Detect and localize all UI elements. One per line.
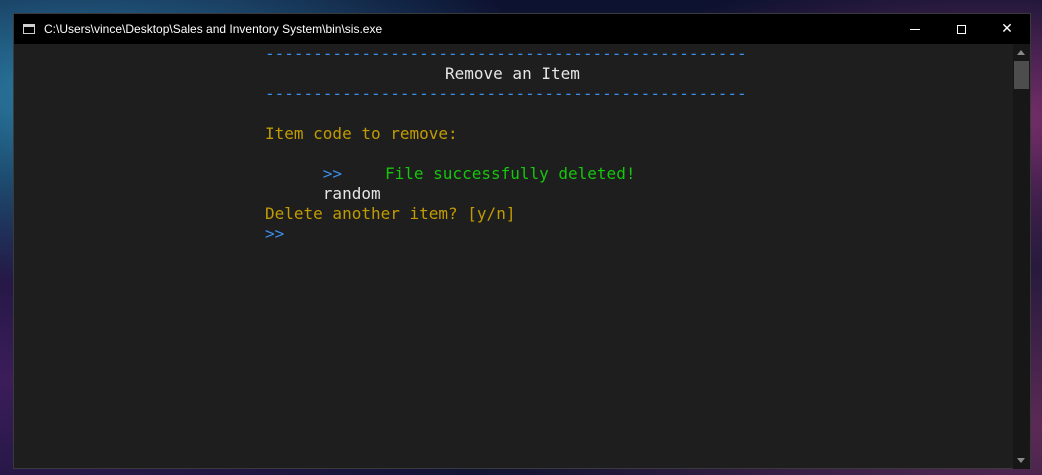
console-window: C:\Users\vince\Desktop\Sales and Invento… — [13, 13, 1031, 469]
separator-top: ----------------------------------------… — [265, 44, 747, 63]
console-app-icon — [23, 24, 35, 34]
scroll-thumb[interactable] — [1014, 61, 1029, 89]
minimize-icon — [910, 28, 920, 30]
page-title: Remove an Item — [445, 64, 580, 83]
maximize-button[interactable] — [938, 14, 984, 44]
vertical-scrollbar[interactable] — [1013, 44, 1030, 469]
close-icon: ✕ — [1001, 21, 1013, 37]
scroll-up-icon[interactable] — [1017, 50, 1025, 55]
status-message: File successfully deleted! — [385, 164, 636, 183]
confirm-prompt-symbol[interactable]: >> — [265, 224, 284, 244]
minimize-button[interactable] — [892, 14, 938, 44]
maximize-icon — [956, 24, 966, 34]
prompt-symbol: >> — [322, 164, 343, 183]
close-button[interactable]: ✕ — [984, 14, 1030, 44]
console-output[interactable]: ----------------------------------------… — [14, 44, 1014, 469]
title-bar[interactable]: C:\Users\vince\Desktop\Sales and Invento… — [14, 14, 1030, 44]
window-title: C:\Users\vince\Desktop\Sales and Invento… — [44, 22, 383, 36]
separator-bottom: ----------------------------------------… — [265, 84, 747, 103]
window-controls: ✕ — [892, 14, 1030, 44]
item-code-input-value: random — [322, 184, 381, 203]
item-code-prompt: Item code to remove: — [265, 124, 458, 143]
scroll-down-icon[interactable] — [1017, 458, 1025, 463]
delete-another-prompt: Delete another item? [y/n] — [265, 204, 516, 223]
